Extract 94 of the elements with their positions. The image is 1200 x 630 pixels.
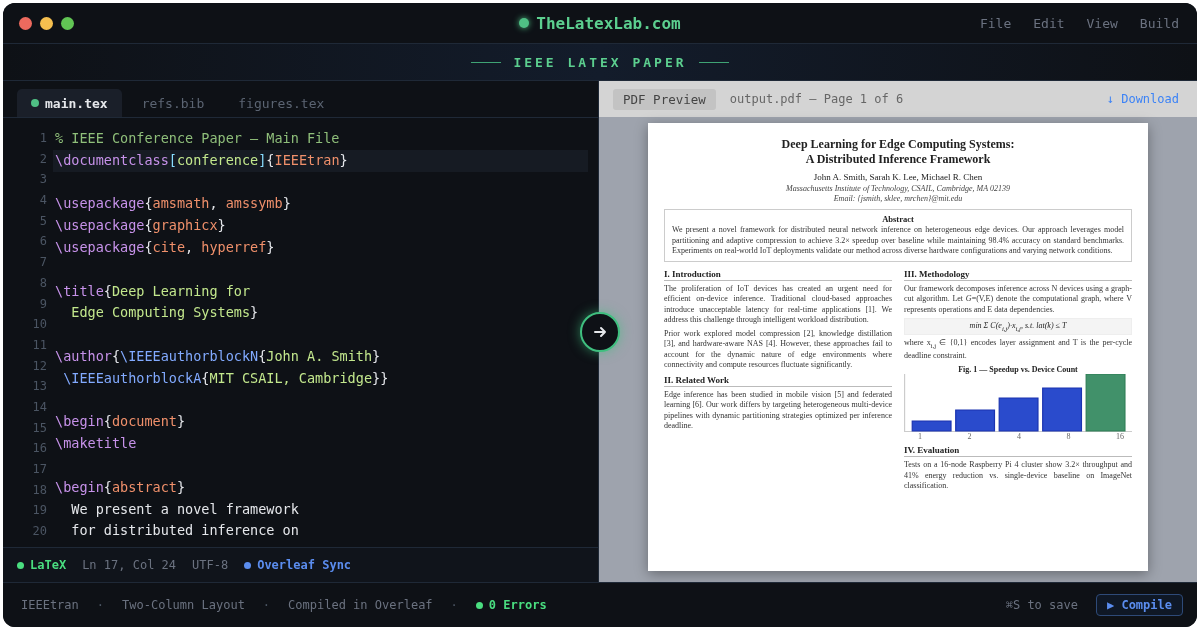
section-heading: II. Related Work	[664, 374, 892, 387]
chart-bar	[955, 409, 996, 432]
compile-button[interactable]: ▶ Compile	[1095, 594, 1183, 616]
paper-title: Deep Learning for Edge Computing Systems:	[780, 137, 1016, 152]
menu-item[interactable]: Edit	[1033, 15, 1065, 31]
footer-text: Two-Column Layout	[122, 598, 245, 612]
download-link[interactable]: ↓ Download	[1106, 92, 1179, 106]
chart-bar	[1042, 387, 1082, 432]
arrow-right-icon	[593, 325, 607, 339]
axis-label: 16	[1116, 432, 1124, 442]
line-number: 8	[38, 274, 48, 292]
preview-label: PDF Preview	[613, 88, 716, 110]
axis-label: 1	[918, 432, 922, 442]
equation: min Σ C(e$_{i,j}$)·x$_{i,j}$, s.t. lat(k) ≤ T	[904, 318, 1132, 335]
code-line: \usepackage{graphicx}	[55, 217, 226, 234]
paragraph: The proliferation of IoT devices has created an urgent need for efficient on-device inference. Traditional cloud-based approaches introduce unacceptable latency for real-time applications [1]. We address this challenge through intelligent workload distribution.	[664, 283, 892, 326]
section-heading: IV. Evaluation	[904, 445, 1132, 458]
error-count: 0 Errors	[488, 598, 547, 612]
chart-bar	[911, 420, 952, 432]
footer-text: IEEEtran	[21, 598, 79, 612]
abstract-heading: Abstract	[881, 214, 915, 224]
page-info: output.pdf — Page 1 of 6	[729, 92, 904, 106]
paragraph: Our framework decomposes inference across N devices using a graph-cut algorithm. Let G=(V,E) denote the computational graph, where V represents operations and E data dependencies.	[904, 283, 1132, 315]
line-number: 13	[31, 378, 48, 396]
section-heading: I. Introduction	[664, 268, 892, 281]
separator-dot: ·	[262, 598, 271, 612]
line-number: 20	[31, 523, 48, 541]
line-number: 17	[31, 461, 48, 478]
window-title: TheLatexLab.com	[536, 13, 681, 33]
status-text: Ln 17, Col 24	[82, 558, 177, 572]
line-number: 4	[38, 192, 48, 210]
code-line: % IEEE Conference Paper — Main File	[55, 130, 340, 146]
line-number: 2	[38, 150, 48, 168]
file-tab[interactable]: main.tex	[17, 89, 122, 117]
line-number: 9	[38, 295, 48, 313]
line-number: 6	[38, 233, 48, 251]
file-tab[interactable]: refs.bib	[127, 89, 219, 117]
footer-text: Compiled in Overleaf	[288, 598, 433, 612]
line-number: 15	[31, 419, 48, 437]
axis-label: 8	[1066, 432, 1071, 442]
paragraph: Edge inference has been studied in mobile vision [5] and federated learning [6]. Our work differs by targeting heterogeneous multi-device pipelines with dynamic partitioning strategies optimized per inference deadline.	[664, 389, 892, 432]
axis-label: 4	[1017, 432, 1021, 442]
code-line: \maketitle	[55, 435, 137, 452]
menu-item[interactable]: Build	[1139, 15, 1179, 31]
line-number: 11	[31, 336, 48, 354]
code-line: \documentclass[conference]{IEEEtran}	[55, 151, 348, 168]
code-line: We present a novel framework	[70, 500, 299, 517]
code-line: Edge Computing Systems}	[70, 304, 259, 321]
code-line: \IEEEauthorblockA{MIT CSAIL, Cambridge}}	[62, 369, 389, 386]
line-number: 5	[38, 212, 48, 230]
status-dot-icon	[519, 18, 530, 28]
menu-item[interactable]: View	[1086, 15, 1118, 31]
code-line: \usepackage{amsmath, amssymb}	[55, 195, 291, 212]
paragraph: Tests on a 16-node Raspberry Pi 4 cluster show 3.2× throughput and 41% energy reduction vs. single-device baseline on ImageNet classification.	[904, 460, 1132, 492]
paper-authors: John A. Smith, Sarah K. Lee, Michael R. Chen	[812, 172, 984, 182]
separator-dot: ·	[450, 598, 458, 612]
code-line: \begin{document}	[55, 413, 186, 430]
line-number: 1	[38, 130, 48, 147]
status-text: UTF-8	[192, 558, 229, 572]
line-number: 3	[38, 171, 48, 189]
line-number: 18	[31, 481, 48, 499]
status-text: LaTeX	[30, 558, 67, 572]
abstract-text: We present a novel framework for distributed neural network inference on heterogeneous edge devices. Our approach leverages model partitioning and adaptive compression to achieve 3.2× speedup over baseline while maintaining 98.4% accuracy on standard benchmarks. Experiments on real-world IoT deployments validate our method across diverse hardware configurations and varying network conditions.	[672, 225, 1124, 257]
line-number: 7	[38, 254, 48, 272]
paper-title: A Distributed Inference Framework	[804, 152, 992, 167]
close-button[interactable]	[19, 16, 32, 30]
chart-bar	[998, 397, 1039, 432]
shortcut-hint: ⌘S to save	[1005, 598, 1078, 612]
paper-affiliation: Massachusetts Institute of Technology, CSAIL, Cambridge, MA 02139	[785, 184, 1011, 193]
line-number: 10	[31, 316, 48, 334]
separator-dot: ·	[96, 598, 105, 612]
code-line: \usepackage{cite, hyperref}	[55, 239, 275, 255]
section-heading: III. Methodology	[904, 268, 1132, 281]
code-line: for distributed inference on	[70, 522, 299, 539]
active-dot-icon	[31, 99, 39, 107]
chart-bar	[1085, 374, 1126, 432]
banner-title: IEEE LATEX PAPER	[513, 54, 687, 70]
axis-label: 2	[967, 432, 972, 442]
minimize-button[interactable]	[40, 16, 53, 30]
code-line: \title{Deep Learning for	[55, 282, 251, 299]
line-number: 19	[31, 502, 48, 520]
line-number: 14	[31, 398, 48, 416]
code-line: \begin{abstract}	[55, 478, 186, 495]
paragraph: where x$_{i,j}$ ∈ {0,1} encodes layer assignment and T is the per-cycle deadline constraint.	[904, 337, 1132, 362]
maximize-button[interactable]	[61, 16, 74, 30]
code-line: \author{\IEEEauthorblockN{John A. Smith}	[55, 347, 381, 364]
menu-item[interactable]: File	[979, 15, 1012, 31]
paragraph: Prior work explored model compression [2], knowledge distillation [3], and hardware-aware NAS [4]. However, these approaches fail to account for the dynamic nature of edge environments where connectivity and compute resources fluctuate significantly.	[664, 328, 892, 371]
status-text: Overleaf Sync	[257, 558, 352, 572]
file-tab[interactable]: figures.tex	[224, 89, 339, 117]
line-number: 16	[31, 440, 48, 458]
paper-email: Email: {jsmith, sklee, mrchen}@mit.edu	[832, 194, 964, 203]
line-number: 12	[31, 357, 48, 375]
figure-caption: Fig. 1 — Speedup vs. Device Count	[957, 365, 1079, 375]
